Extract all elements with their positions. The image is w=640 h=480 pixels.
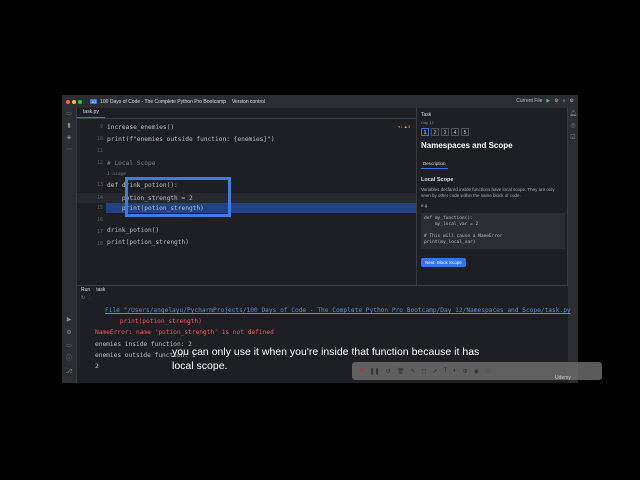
- traceback-file-line: File "/Users/angelayu/PycharmProjects/10…: [105, 307, 571, 314]
- right-tool-strip: 🔔︎ ◎ ☑: [567, 108, 578, 383]
- name-error-line: NameError: name 'potion_strength' is not…: [95, 329, 274, 336]
- traceback-file-link[interactable]: File "/Users/angelayu/PycharmProjects/10…: [105, 307, 571, 314]
- project-name[interactable]: 100 Days of Code - The Complete Python P…: [100, 99, 226, 105]
- step-5[interactable]: 5: [461, 128, 469, 136]
- line-number: 13: [96, 182, 103, 188]
- task-section-title: Local Scope: [421, 177, 454, 183]
- options-icon[interactable]: ⋮: [87, 295, 92, 301]
- minimize-window-button[interactable]: [72, 99, 76, 104]
- highlight-icon[interactable]: ◐: [453, 368, 457, 374]
- maximize-window-button[interactable]: [78, 99, 82, 104]
- rerun-side-icon[interactable]: ▶: [62, 314, 76, 327]
- rerun-icon[interactable]: ↻: [81, 295, 85, 301]
- settings-icon[interactable]: ⚙: [62, 327, 76, 340]
- run-side-strip: ▶ ⚙ ▭ ⓘ ⎇: [62, 314, 76, 379]
- structure-icon[interactable]: ◈: [62, 132, 76, 144]
- editor-tabs: task.py: [77, 108, 416, 119]
- problems-icon[interactable]: ⓘ: [62, 353, 76, 366]
- arrow-icon[interactable]: ➚: [432, 368, 437, 375]
- git-icon[interactable]: ⎇: [62, 366, 76, 379]
- line-number-gutter: 9 10 11 12 13 14 15 16 17 18: [77, 119, 105, 285]
- more-icon[interactable]: ⋯: [62, 144, 76, 156]
- run-icon[interactable]: ▶: [546, 98, 550, 104]
- settings-gear-icon[interactable]: ⚙: [570, 98, 574, 104]
- inspections-widget[interactable]: ●1 ▲3: [398, 124, 410, 129]
- project-icon[interactable]: ▭: [62, 108, 76, 120]
- task-steps: 1 2 3 4 5: [417, 125, 569, 139]
- line-number: 17: [96, 229, 103, 235]
- delete-icon[interactable]: 🗑︎: [397, 368, 405, 375]
- line-number: 14: [96, 195, 103, 201]
- step-2[interactable]: 2: [431, 128, 439, 136]
- line-number: 10: [96, 136, 103, 142]
- ide-window: 1D 100 Days of Code - The Complete Pytho…: [62, 95, 578, 383]
- zoom-icon[interactable]: ⊕: [463, 368, 468, 375]
- notifications-icon[interactable]: 🔔︎: [568, 108, 578, 120]
- code-line-comment: # Local Scope: [107, 160, 156, 167]
- camera-icon[interactable]: ◉: [474, 368, 479, 375]
- title-bar: 1D 100 Days of Code - The Complete Pytho…: [62, 95, 578, 108]
- bookmark-icon[interactable]: ▮: [62, 120, 76, 132]
- tab-task-py[interactable]: task.py: [77, 108, 105, 118]
- udemy-watermark: Udemy: [555, 375, 571, 381]
- run-panel-header: Run task: [77, 286, 568, 295]
- project-badge[interactable]: 1D: [90, 99, 98, 104]
- task-code-example: def my_function(): my_local_var = 2 # Th…: [421, 213, 565, 249]
- search-icon[interactable]: ⌕: [563, 98, 566, 104]
- run-panel-label[interactable]: Run: [81, 286, 90, 295]
- task-title: Namespaces and Scope: [421, 141, 513, 150]
- pen-icon[interactable]: ✎: [410, 368, 415, 375]
- step-3[interactable]: 3: [441, 128, 449, 136]
- task-panel: Task Day 12 1 2 3 4 5 Namespaces and Sco…: [416, 108, 569, 285]
- window-controls: [66, 99, 82, 104]
- line-number: 15: [96, 205, 103, 211]
- step-4[interactable]: 4: [451, 128, 459, 136]
- restart-icon[interactable]: ↺: [386, 368, 391, 375]
- task-description-text: Variables declared inside functions have…: [421, 187, 555, 198]
- task-icon[interactable]: ☑: [568, 132, 578, 144]
- text-icon[interactable]: T: [443, 368, 447, 374]
- next-task-button[interactable]: Next: Block Scope: [421, 258, 466, 267]
- close-window-button[interactable]: [66, 99, 70, 104]
- version-control-menu[interactable]: Version control: [232, 99, 265, 105]
- debug-icon[interactable]: ⚙: [554, 98, 558, 104]
- code-line: increase_enemies(): [107, 124, 175, 131]
- traceback-code-line: print(potion_strength): [105, 318, 202, 325]
- line-number: 11: [96, 148, 103, 154]
- run-toolbar: ↻ ⋮: [77, 295, 568, 303]
- line-number: 12: [96, 160, 103, 166]
- line-number: 16: [96, 217, 103, 223]
- record-icon[interactable]: ■: [360, 368, 364, 374]
- run-config-selector[interactable]: Current File: [516, 98, 542, 104]
- toolbar-right: Current File ▶ ⚙ ⌕ ⚙: [516, 98, 574, 104]
- step-1[interactable]: 1: [421, 128, 429, 136]
- task-example-label: e.g.: [421, 203, 429, 208]
- usage-hint: 1 usage: [107, 172, 126, 177]
- ai-assistant-icon[interactable]: ◎: [568, 120, 578, 132]
- terminal-icon[interactable]: ▭: [62, 340, 76, 353]
- output-line: 2: [95, 363, 99, 370]
- pause-icon[interactable]: ❚❚: [370, 368, 380, 375]
- error-count: 1: [400, 124, 403, 129]
- code-line: print(f"enemies outside function: {enemi…: [107, 136, 275, 143]
- line-number: 18: [96, 241, 103, 247]
- more-icon[interactable]: ⋯: [485, 368, 491, 375]
- task-header: Task: [421, 112, 432, 118]
- code-line: print(potion_strength): [107, 239, 189, 246]
- tab-description[interactable]: Description: [421, 159, 448, 169]
- line-number: 9: [99, 124, 103, 130]
- code-line: drink_potion(): [107, 227, 160, 234]
- annotation-highlight-box: [125, 177, 231, 217]
- run-config-tab[interactable]: task: [96, 286, 105, 295]
- warning-count: 3: [407, 124, 410, 129]
- shape-icon[interactable]: ◻: [421, 368, 426, 375]
